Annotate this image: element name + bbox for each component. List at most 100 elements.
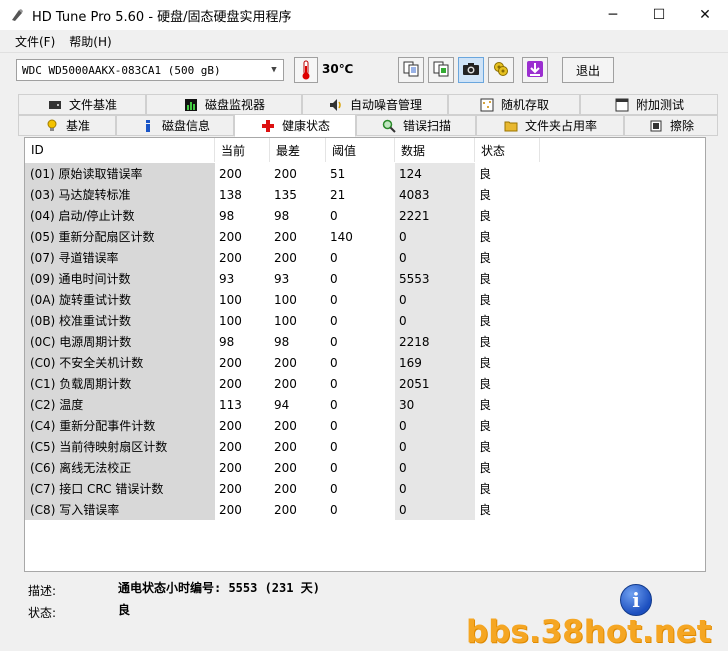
cell-thr: 0: [330, 460, 338, 475]
copy-image-button[interactable]: [428, 57, 454, 83]
cell-status: 良: [479, 251, 492, 265]
cell-worst: 200: [274, 376, 297, 391]
maximize-button[interactable]: ☐: [636, 0, 682, 30]
table-row[interactable]: (07) 寻道错误率 200 200 0 0 良: [25, 247, 540, 268]
close-button[interactable]: ✕: [682, 0, 728, 30]
cell-status: 良: [479, 272, 492, 286]
cell-id: (07) 寻道错误率: [25, 247, 215, 268]
table-row[interactable]: (03) 马达旋转标准 138 135 21 4083 良: [25, 184, 540, 205]
column-header-worst[interactable]: 最差: [270, 138, 326, 162]
tab-disk-info[interactable]: 磁盘信息: [116, 115, 234, 136]
menu-help[interactable]: 帮助(H): [62, 33, 118, 50]
cell-thr: 0: [330, 439, 338, 454]
table-row[interactable]: (C8) 写入错误率 200 200 0 0 良: [25, 499, 540, 520]
save-button[interactable]: [522, 57, 548, 83]
tab-file-benchmark[interactable]: 文件基准: [18, 94, 146, 115]
cell-id: (0C) 电源周期计数: [25, 331, 215, 352]
cell-worst: 135: [274, 187, 297, 202]
download-icon: [526, 60, 544, 81]
cell-status: 良: [479, 188, 492, 202]
cell-id: (09) 通电时间计数: [25, 268, 215, 289]
table-row[interactable]: (C7) 接口 CRC 错误计数 200 200 0 0 良: [25, 478, 540, 499]
cell-status: 良: [479, 314, 492, 328]
cell-status: 良: [479, 230, 492, 244]
hdd-icon: [47, 97, 63, 113]
table-row[interactable]: (0C) 电源周期计数 98 98 0 2218 良: [25, 331, 540, 352]
copy-image-icon: [432, 60, 450, 81]
cell-worst: 200: [274, 481, 297, 496]
table-row[interactable]: (C1) 负载周期计数 200 200 0 2051 良: [25, 373, 540, 394]
cell-worst: 93: [274, 271, 290, 286]
window-icon: [614, 97, 630, 113]
cell-worst: 200: [274, 460, 297, 475]
cell-cur: 98: [219, 334, 235, 349]
chevron-down-icon[interactable]: ▼: [265, 60, 283, 80]
column-header-threshold[interactable]: 阈值: [326, 138, 395, 162]
minimize-button[interactable]: ─: [590, 0, 636, 30]
cell-data: 124: [395, 163, 475, 184]
column-header-current[interactable]: 当前: [215, 138, 270, 162]
table-row[interactable]: (C2) 温度 113 94 0 30 良: [25, 394, 540, 415]
cell-cur: 200: [219, 460, 242, 475]
description-label: 描述:: [28, 584, 57, 598]
cell-status: 良: [479, 503, 492, 517]
cell-cur: 100: [219, 313, 242, 328]
column-header-data[interactable]: 数据: [395, 138, 475, 162]
cell-status: 良: [479, 209, 492, 223]
table-row[interactable]: (04) 启动/停止计数 98 98 0 2221 良: [25, 205, 540, 226]
cell-cur: 200: [219, 355, 242, 370]
cell-cur: 93: [219, 271, 235, 286]
tab-disk-monitor[interactable]: 磁盘监视器: [146, 94, 302, 115]
table-row[interactable]: (0B) 校准重试计数 100 100 0 0 良: [25, 310, 540, 331]
screenshot-button[interactable]: [458, 57, 484, 83]
cell-id: (C6) 离线无法校正: [25, 457, 215, 478]
cell-status: 良: [479, 461, 492, 475]
cell-data: 0: [395, 457, 475, 478]
cell-worst: 200: [274, 418, 297, 433]
copy-text-icon: [402, 60, 420, 81]
tab-acoustic-management[interactable]: 自动噪音管理: [302, 94, 448, 115]
tab-random-access[interactable]: 随机存取: [448, 94, 580, 115]
tab-benchmark[interactable]: 基准: [18, 115, 116, 136]
camera-icon: [462, 61, 480, 80]
table-row[interactable]: (01) 原始读取错误率 200 200 51 124 良: [25, 163, 540, 184]
column-header-id[interactable]: ID: [25, 138, 215, 162]
bar-chart-icon: [183, 97, 199, 113]
table-row[interactable]: (C6) 离线无法校正 200 200 0 0 良: [25, 457, 540, 478]
options-button[interactable]: [488, 57, 514, 83]
cell-worst: 200: [274, 439, 297, 454]
table-row[interactable]: (05) 重新分配扇区计数 200 200 140 0 良: [25, 226, 540, 247]
table-row[interactable]: (C5) 当前待映射扇区计数 200 200 0 0 良: [25, 436, 540, 457]
table-row[interactable]: (09) 通电时间计数 93 93 0 5553 良: [25, 268, 540, 289]
table-row[interactable]: (C4) 重新分配事件计数 200 200 0 0 良: [25, 415, 540, 436]
drive-select-value: WDC WD5000AAKX-083CA1 (500 gB): [22, 63, 221, 77]
cell-thr: 0: [330, 418, 338, 433]
cell-status: 良: [479, 440, 492, 454]
table-row[interactable]: (C0) 不安全关机计数 200 200 0 169 良: [25, 352, 540, 373]
tab-erase[interactable]: 擦除: [624, 115, 718, 136]
cell-worst: 200: [274, 166, 297, 181]
cell-worst: 200: [274, 355, 297, 370]
watermark: bbs.38hot.net: [466, 614, 712, 650]
cell-data: 2051: [395, 373, 475, 394]
cell-worst: 94: [274, 397, 290, 412]
column-header-status[interactable]: 状态: [475, 138, 540, 162]
cell-id: (05) 重新分配扇区计数: [25, 226, 215, 247]
cell-thr: 0: [330, 355, 338, 370]
tab-health[interactable]: 健康状态: [234, 114, 356, 137]
exit-button[interactable]: 退出: [562, 57, 614, 83]
menu-file[interactable]: 文件(F): [8, 33, 62, 50]
drive-select[interactable]: WDC WD5000AAKX-083CA1 (500 gB) ▼: [16, 59, 284, 81]
cell-data: 0: [395, 247, 475, 268]
info-icon[interactable]: i: [620, 584, 652, 616]
grid-icon: [479, 97, 495, 113]
tab-strip: 文件基准 磁盘监视器 自动噪音管理 随机存取 附加测试 基准 磁盘信息 健康状态…: [18, 94, 718, 137]
cell-status: 良: [479, 167, 492, 181]
table-row[interactable]: (0A) 旋转重试计数 100 100 0 0 良: [25, 289, 540, 310]
tab-folder-usage[interactable]: 文件夹占用率: [476, 115, 624, 136]
cell-thr: 0: [330, 313, 338, 328]
status-value: 良: [118, 603, 131, 617]
tab-extra-tests[interactable]: 附加测试: [580, 94, 718, 115]
copy-text-button[interactable]: [398, 57, 424, 83]
tab-error-scan[interactable]: 错误扫描: [356, 115, 476, 136]
